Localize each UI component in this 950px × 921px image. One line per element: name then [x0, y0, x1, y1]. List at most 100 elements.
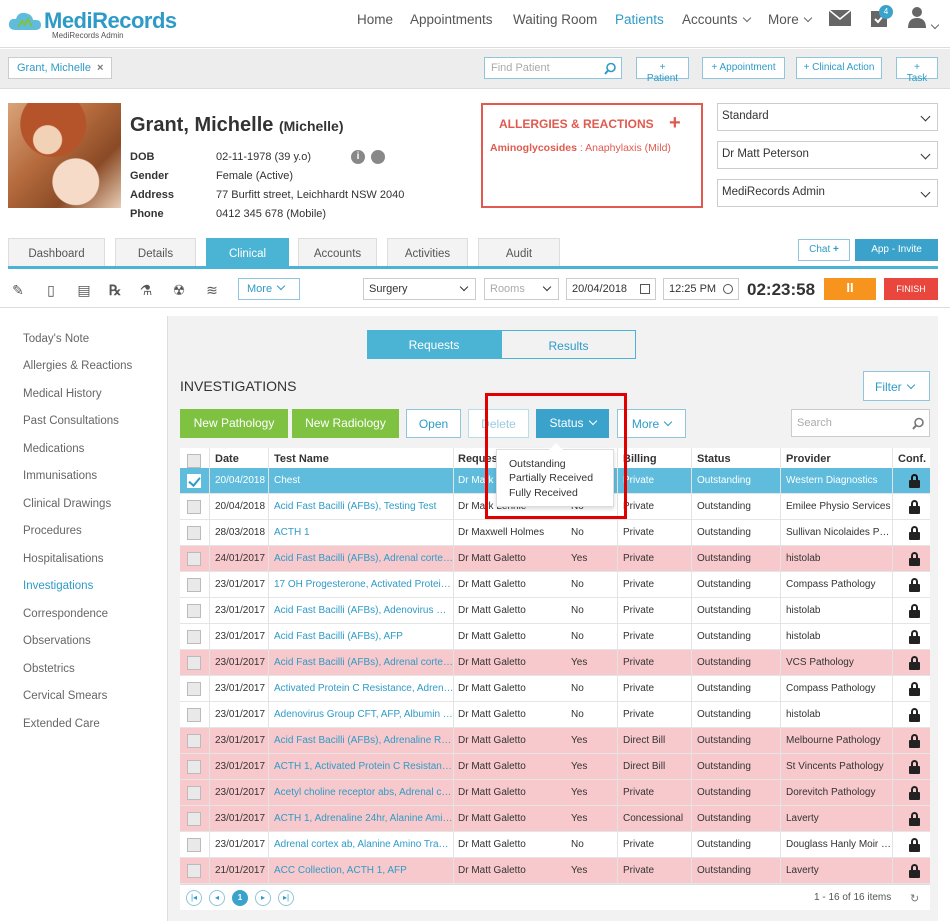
add-patient-button[interactable]: + Patient — [636, 57, 689, 84]
table-row[interactable]: 28/03/2018 ACTH 1 Dr Maxwell Holmes No Priva… — [180, 520, 930, 546]
lock-icon[interactable] — [909, 630, 920, 644]
first-page-button[interactable]: |◂ — [186, 890, 202, 906]
row-test-name[interactable]: 17 OH Progesterone, Activated Protein ..… — [274, 572, 454, 598]
toolbar-more-button[interactable]: More — [238, 278, 300, 300]
table-row[interactable]: 23/01/2017 Acetyl choline receptor abs, A… — [180, 780, 930, 806]
col-date[interactable]: Date — [215, 448, 239, 470]
sidebar-item-medical-history[interactable]: Medical History — [23, 388, 102, 400]
more-actions-button[interactable]: More — [617, 409, 686, 438]
row-checkbox[interactable] — [187, 682, 201, 696]
tab-accounts[interactable]: Accounts — [298, 238, 377, 268]
col-test-name[interactable]: Test Name — [274, 448, 329, 470]
row-checkbox[interactable] — [187, 864, 201, 878]
lock-icon[interactable] — [909, 604, 920, 618]
nav-appointments[interactable]: Appointments — [410, 12, 493, 27]
radiology-icon[interactable]: ☢ — [171, 282, 187, 300]
row-checkbox[interactable] — [187, 604, 201, 618]
prev-page-button[interactable]: ◂ — [209, 890, 225, 906]
rooms-select[interactable]: Rooms — [484, 278, 559, 300]
sidebar-item-allergies-reactions[interactable]: Allergies & Reactions — [23, 360, 132, 372]
row-test-name[interactable]: Acid Fast Bacilli (AFBs), AFP — [274, 624, 454, 650]
segment-requests[interactable]: Requests — [367, 330, 501, 359]
sidebar-item-immunisations[interactable]: Immunisations — [23, 470, 97, 482]
find-patient-input[interactable]: Find Patient — [484, 57, 622, 79]
close-icon[interactable]: × — [97, 62, 103, 74]
add-appointment-button[interactable]: + Appointment — [702, 57, 785, 79]
lock-icon[interactable] — [909, 552, 920, 566]
sidebar-item-procedures[interactable]: Procedures — [23, 525, 82, 537]
select-all-checkbox[interactable] — [187, 454, 201, 468]
row-checkbox[interactable] — [187, 838, 201, 852]
tab-dashboard[interactable]: Dashboard — [8, 238, 105, 268]
notes-icon[interactable]: ✎ — [10, 282, 26, 300]
nav-patients[interactable]: Patients — [615, 12, 664, 27]
nav-home[interactable]: Home — [357, 12, 393, 27]
sidebar-item-hospitalisations[interactable]: Hospitalisations — [23, 553, 104, 565]
filter-button[interactable]: Filter — [863, 371, 930, 401]
row-checkbox[interactable] — [187, 760, 201, 774]
lock-icon[interactable] — [909, 682, 920, 696]
table-row[interactable]: 23/01/2017 ACTH 1, Activated Protein C Re… — [180, 754, 930, 780]
row-checkbox[interactable] — [187, 474, 201, 488]
lock-icon[interactable] — [909, 760, 920, 774]
row-test-name[interactable]: ACTH 1 — [274, 520, 454, 546]
table-row[interactable]: 23/01/2017 Acid Fast Bacilli (AFBs), AFP D… — [180, 624, 930, 650]
col-provider[interactable]: Provider — [786, 448, 831, 470]
row-checkbox[interactable] — [187, 708, 201, 722]
col-confidential[interactable]: Conf. — [898, 448, 926, 470]
lock-icon[interactable] — [909, 838, 920, 852]
sidebar-item-medications[interactable]: Medications — [23, 443, 84, 455]
row-checkbox[interactable] — [187, 552, 201, 566]
sidebar-item-today-s-note[interactable]: Today's Note — [23, 333, 89, 345]
row-checkbox[interactable] — [187, 500, 201, 514]
nav-waiting-room[interactable]: Waiting Room — [513, 12, 597, 27]
sidebar-item-observations[interactable]: Observations — [23, 635, 91, 647]
lock-icon[interactable] — [909, 708, 920, 722]
sidebar-item-correspondence[interactable]: Correspondence — [23, 608, 108, 620]
clock-icon[interactable] — [723, 284, 733, 294]
date-input[interactable]: 20/04/2018 — [566, 278, 656, 300]
new-radiology-button[interactable]: New Radiology — [292, 409, 399, 438]
lock-icon[interactable] — [909, 812, 920, 826]
row-checkbox[interactable] — [187, 578, 201, 592]
lock-icon[interactable] — [909, 474, 920, 488]
row-test-name[interactable]: Acid Fast Bacilli (AFBs), Adrenal cortex… — [274, 650, 454, 676]
lock-icon[interactable] — [909, 526, 920, 540]
chat-button[interactable]: Chat + — [798, 239, 850, 261]
row-test-name[interactable]: ACTH 1, Adrenaline 24hr, Alanine Amin... — [274, 806, 454, 832]
row-test-name[interactable]: Acid Fast Bacilli (AFBs), Adenovirus Gro… — [274, 598, 454, 624]
lock-icon[interactable] — [909, 578, 920, 592]
finish-button[interactable]: FINISH — [884, 278, 938, 300]
add-allergy-button[interactable]: + — [669, 112, 681, 135]
new-pathology-button[interactable]: New Pathology — [180, 409, 288, 438]
pathology-icon[interactable]: ⚗ — [138, 282, 154, 300]
col-status[interactable]: Status — [697, 448, 731, 470]
medicare-icon[interactable] — [371, 150, 385, 164]
mail-icon[interactable] — [829, 10, 851, 26]
refresh-icon[interactable]: ↻ — [910, 892, 919, 905]
table-row[interactable]: 24/01/2017 Acid Fast Bacilli (AFBs), Adre… — [180, 546, 930, 572]
nav-accounts[interactable]: Accounts — [682, 12, 751, 27]
row-test-name[interactable]: Acid Fast Bacilli (AFBs), Testing Test — [274, 494, 454, 520]
col-billing[interactable]: Billing — [623, 448, 657, 470]
row-checkbox[interactable] — [187, 786, 201, 800]
add-clinical-action-button[interactable]: + Clinical Action — [796, 57, 882, 79]
last-page-button[interactable]: ▸| — [278, 890, 294, 906]
sidebar-item-past-consultations[interactable]: Past Consultations — [23, 415, 119, 427]
row-test-name[interactable]: Activated Protein C Resistance, Adrenali… — [274, 676, 454, 702]
tab-details[interactable]: Details — [115, 238, 196, 268]
row-checkbox[interactable] — [187, 630, 201, 644]
table-row[interactable]: 23/01/2017 Acid Fast Bacilli (AFBs), Adre… — [180, 650, 930, 676]
row-test-name[interactable]: Acid Fast Bacilli (AFBs), Adrenaline Ran… — [274, 728, 454, 754]
lock-icon[interactable] — [909, 656, 920, 670]
tab-clinical[interactable]: Clinical — [206, 238, 289, 268]
user-icon[interactable] — [908, 6, 926, 28]
visit-type-select[interactable]: Surgery — [363, 278, 476, 300]
table-row[interactable]: 23/01/2017 ACTH 1, Adrenaline 24hr, Alani… — [180, 806, 930, 832]
page-1-button[interactable]: 1 — [232, 890, 248, 906]
table-row[interactable]: 23/01/2017 Acid Fast Bacilli (AFBs), Aden… — [180, 598, 930, 624]
template-select[interactable]: Standard — [717, 103, 938, 131]
segment-results[interactable]: Results — [501, 330, 636, 359]
investigations-search-input[interactable]: Search — [791, 409, 930, 437]
layers-icon[interactable]: ≋ — [204, 282, 220, 300]
